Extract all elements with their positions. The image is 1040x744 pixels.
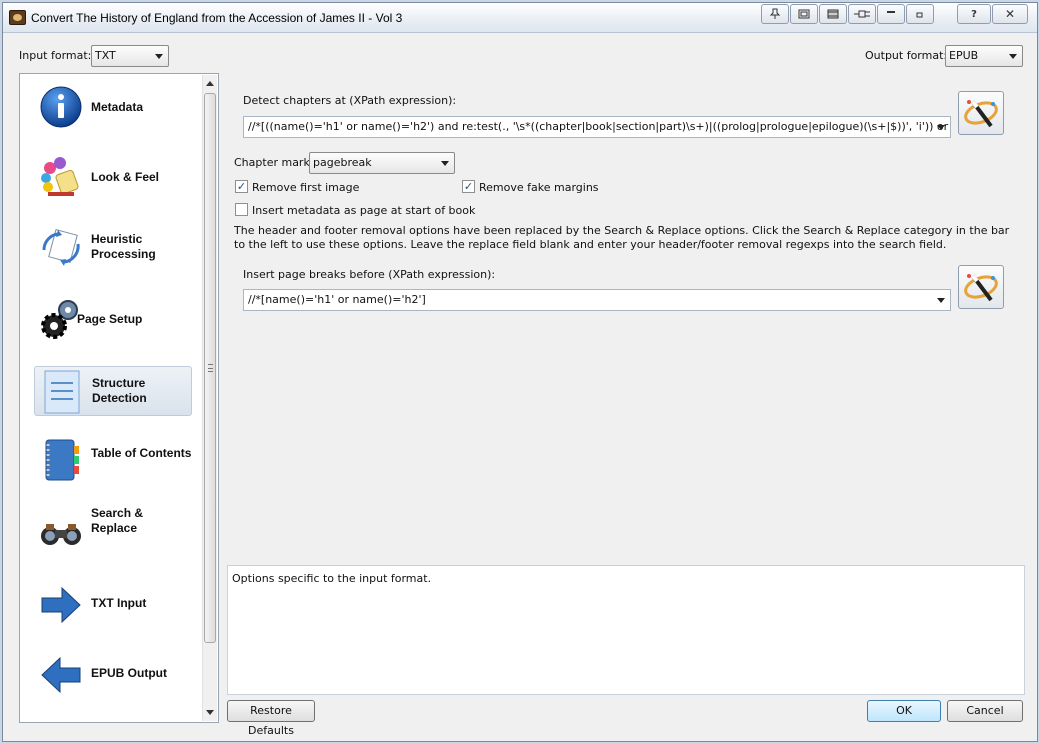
remove-fake-margins-label: Remove fake margins xyxy=(479,181,599,194)
sidebar-item-label: Heuristic Processing xyxy=(91,232,156,261)
sidebar-item-look-and-feel[interactable]: Look & Feel xyxy=(34,152,192,202)
help-icon[interactable]: ? xyxy=(957,4,991,24)
header-footer-note: The header and footer removal options ha… xyxy=(234,224,1010,251)
chapter-mark-select[interactable]: pagebreak xyxy=(309,152,455,174)
magic-wand-icon xyxy=(964,274,998,302)
category-sidebar[interactable]: Metadata Look & Feel Heuristic Processin… xyxy=(19,73,219,723)
notebook-icon xyxy=(38,438,84,484)
insert-metadata-checkbox[interactable] xyxy=(235,203,248,216)
chevron-down-icon[interactable] xyxy=(937,125,945,130)
magic-wand-icon xyxy=(964,100,998,128)
arrow-right-icon xyxy=(38,582,84,628)
chapter-mark-label: Chapter mark: xyxy=(234,156,314,169)
window-title: Convert The History of England from the … xyxy=(31,11,403,25)
detect-chapters-label: Detect chapters at (XPath expression): xyxy=(243,94,457,107)
plug-icon[interactable] xyxy=(848,4,876,24)
scroll-thumb[interactable] xyxy=(204,93,216,643)
sidebar-item-txt-input[interactable]: TXT Input xyxy=(34,580,192,630)
arrow-left-icon xyxy=(38,652,84,698)
insert-metadata-label: Insert metadata as page at start of book xyxy=(252,204,476,217)
window-icon[interactable] xyxy=(790,4,818,24)
sidebar-item-label: Structure Detection xyxy=(92,376,147,405)
sidebar-item-heuristic-processing[interactable]: Heuristic Processing xyxy=(34,222,192,272)
remove-fake-margins-checkbox[interactable]: ✓ xyxy=(462,180,475,193)
input-format-value: TXT xyxy=(95,49,116,62)
sidebar-item-label: Search & Replace xyxy=(91,506,144,535)
app-icon xyxy=(9,10,26,25)
sidebar-item-metadata[interactable]: Metadata xyxy=(34,82,192,132)
chevron-down-icon xyxy=(155,54,163,59)
paint-icon xyxy=(38,154,84,200)
restore-defaults-button[interactable]: Restore Defaults xyxy=(227,700,315,737)
heuristic-icon xyxy=(38,224,84,270)
sidebar-item-search-and-replace[interactable]: Search & Replace xyxy=(34,506,192,556)
convert-dialog: Convert The History of England from the … xyxy=(2,2,1038,742)
grip-icon xyxy=(208,364,213,372)
scroll-down-icon[interactable] xyxy=(206,710,214,715)
xpath-wizard-button-page-breaks[interactable] xyxy=(958,265,1004,309)
chapter-mark-value: pagebreak xyxy=(313,156,372,169)
sidebar-item-label: EPUB Output xyxy=(91,666,167,680)
restore-icon[interactable] xyxy=(906,4,934,24)
film-icon[interactable] xyxy=(819,4,847,24)
sidebar-scrollbar[interactable] xyxy=(202,75,217,721)
sidebar-item-label: TXT Input xyxy=(91,596,147,610)
detect-chapters-input[interactable]: //*[((name()='h1' or name()='h2') and re… xyxy=(243,116,951,138)
page-breaks-label: Insert page breaks before (XPath express… xyxy=(243,268,496,281)
close-icon[interactable]: ✕ xyxy=(992,4,1028,24)
sidebar-item-label: Look & Feel xyxy=(91,170,160,184)
output-format-label: Output format: xyxy=(865,49,948,62)
sidebar-item-label: Metadata xyxy=(91,100,144,114)
titlebar-buttons: ? ✕ xyxy=(761,4,1029,24)
document-icon xyxy=(39,369,85,415)
sidebar-item-label: Table of Contents xyxy=(91,446,192,460)
description-text: Options specific to the input format. xyxy=(232,572,432,585)
info-icon xyxy=(38,84,84,130)
remove-first-image-checkbox[interactable]: ✓ xyxy=(235,180,248,193)
detect-chapters-value: //*[((name()='h1' or name()='h2') and re… xyxy=(248,120,951,133)
title-bar: Convert The History of England from the … xyxy=(3,3,1037,33)
description-panel: Options specific to the input format. xyxy=(227,565,1025,695)
pin-icon[interactable] xyxy=(761,4,789,24)
cancel-button[interactable]: Cancel xyxy=(947,700,1023,722)
sidebar-item-page-setup[interactable]: Page Setup xyxy=(34,294,192,344)
sidebar-item-epub-output[interactable]: EPUB Output xyxy=(34,650,192,700)
scroll-up-icon[interactable] xyxy=(206,81,214,86)
output-format-select[interactable]: EPUB xyxy=(945,45,1023,67)
minimize-icon[interactable] xyxy=(877,4,905,24)
xpath-wizard-button-chapters[interactable] xyxy=(958,91,1004,135)
chevron-down-icon xyxy=(1009,54,1017,59)
binoculars-icon xyxy=(38,508,84,554)
sidebar-item-label: Page Setup xyxy=(77,312,143,326)
output-format-value: EPUB xyxy=(949,49,979,62)
sidebar-item-table-of-contents[interactable]: Table of Contents xyxy=(34,436,192,486)
chevron-down-icon[interactable] xyxy=(937,298,945,303)
ok-button[interactable]: OK xyxy=(867,700,941,722)
chevron-down-icon xyxy=(441,161,449,166)
remove-first-image-label: Remove first image xyxy=(252,181,360,194)
page-breaks-value: //*[name()='h1' or name()='h2'] xyxy=(248,293,426,306)
sidebar-item-structure-detection[interactable]: Structure Detection xyxy=(34,366,192,416)
page-breaks-input[interactable]: //*[name()='h1' or name()='h2'] xyxy=(243,289,951,311)
input-format-label: Input format: xyxy=(19,49,92,62)
input-format-select[interactable]: TXT xyxy=(91,45,169,67)
